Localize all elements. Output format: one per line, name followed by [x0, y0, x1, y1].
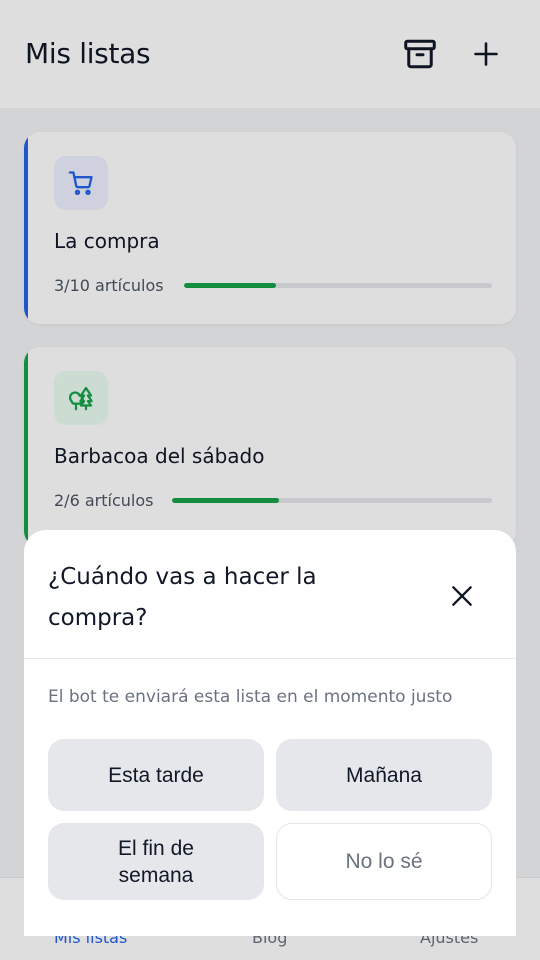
option-fin-de-semana-button[interactable]: El fin de semana [48, 823, 264, 900]
option-manana-button[interactable]: Mañana [276, 739, 492, 811]
close-icon [452, 586, 472, 606]
schedule-bottom-sheet: ¿Cuándo vas a hacer la compra? El bot te… [24, 530, 516, 936]
close-button[interactable] [442, 576, 482, 616]
sheet-subtitle: El bot te enviará esta lista en el momen… [48, 687, 453, 707]
sheet-title: ¿Cuándo vas a hacer la compra? [48, 564, 317, 631]
divider [24, 658, 516, 659]
option-esta-tarde-button[interactable]: Esta tarde [48, 739, 264, 811]
option-no-lo-se-button[interactable]: No lo sé [276, 823, 492, 900]
